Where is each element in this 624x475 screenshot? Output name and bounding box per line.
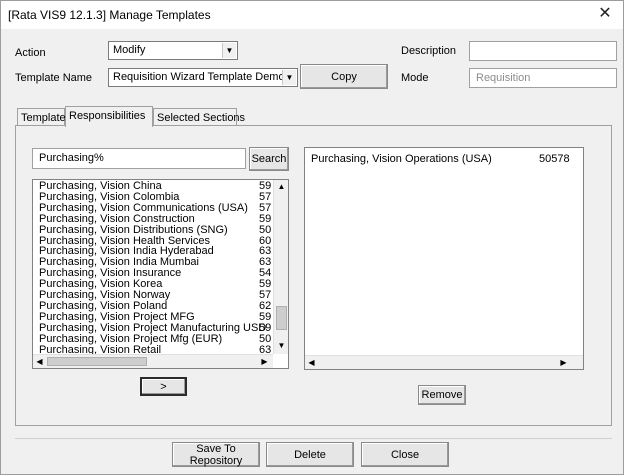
description-input[interactable] [469,41,617,61]
list-item-id: 50 [259,332,272,345]
description-label: Description [401,45,457,57]
template-name-select-value: Requisition Wizard Template Demo [113,71,285,83]
list-item[interactable]: Purchasing, Vision Distributions (SNG) [39,224,228,236]
action-select-value: Modify [113,44,146,56]
list-item-id: 50 [259,223,272,236]
template-name-label: Template Name [15,72,93,84]
horizontal-scrollbar[interactable]: ◀ ▶ [33,354,273,368]
manage-templates-window: [Rata VIS9 12.1.3] Manage Templates ✕ Ac… [0,0,624,475]
chevron-down-icon[interactable]: ▼ [222,43,236,58]
action-label: Action [15,47,46,59]
close-button[interactable]: Close [361,442,449,467]
mode-input: Requisition [469,68,617,88]
scroll-up-icon[interactable]: ▲ [276,181,287,193]
mode-value: Requisition [476,72,531,84]
chevron-down-icon[interactable]: ▼ [282,70,296,85]
delete-button[interactable]: Delete [266,442,354,467]
tab-selected-sections[interactable]: Selected Sections [153,108,245,126]
title-bar: [Rata VIS9 12.1.3] Manage Templates ✕ [1,1,623,29]
scroll-right-icon[interactable]: ▶ [259,356,270,368]
scroll-thumb[interactable] [276,306,287,330]
scroll-thumb[interactable] [47,357,147,366]
search-input[interactable]: Purchasing% [32,148,246,169]
mode-label: Mode [401,72,429,84]
copy-button[interactable]: Copy [300,64,388,89]
horizontal-scrollbar[interactable]: ◀ ▶ [305,355,583,369]
scroll-right-icon[interactable]: ▶ [558,357,569,369]
scroll-down-icon[interactable]: ▼ [276,340,287,352]
available-responsibilities-list[interactable]: Purchasing, Vision China 59 Purchasing, Vi… [32,179,289,369]
action-select[interactable]: Modify ▼ [108,41,238,60]
list-item[interactable]: Purchasing, Vision Operations (USA) [311,154,492,165]
search-value: Purchasing% [39,152,104,164]
search-button[interactable]: Search [249,147,289,171]
scroll-left-icon[interactable]: ◀ [34,356,45,368]
save-to-repository-button[interactable]: Save To Repository [172,442,260,467]
list-item-id: 50578 [539,153,570,165]
responsibilities-panel: Purchasing% Search Purchasing, Vision Ch… [15,125,612,426]
remove-button[interactable]: Remove [418,385,466,405]
list-item[interactable]: Purchasing, Vision Project Mfg (EUR) [39,333,222,345]
tab-template[interactable]: Template [17,108,66,126]
tab-responsibilities[interactable]: Responsibilities [65,106,153,127]
scroll-left-icon[interactable]: ◀ [306,357,317,369]
close-window-icon[interactable]: ✕ [593,3,617,25]
footer-divider [15,438,612,439]
window-title: [Rata VIS9 12.1.3] Manage Templates [8,8,211,22]
vertical-scrollbar[interactable]: ▲ ▼ [273,180,288,354]
selected-responsibilities-list[interactable]: Purchasing, Vision Operations (USA) 50578… [304,147,584,370]
add-responsibility-button[interactable]: > [140,377,187,396]
template-name-select[interactable]: Requisition Wizard Template Demo ▼ [108,68,298,87]
